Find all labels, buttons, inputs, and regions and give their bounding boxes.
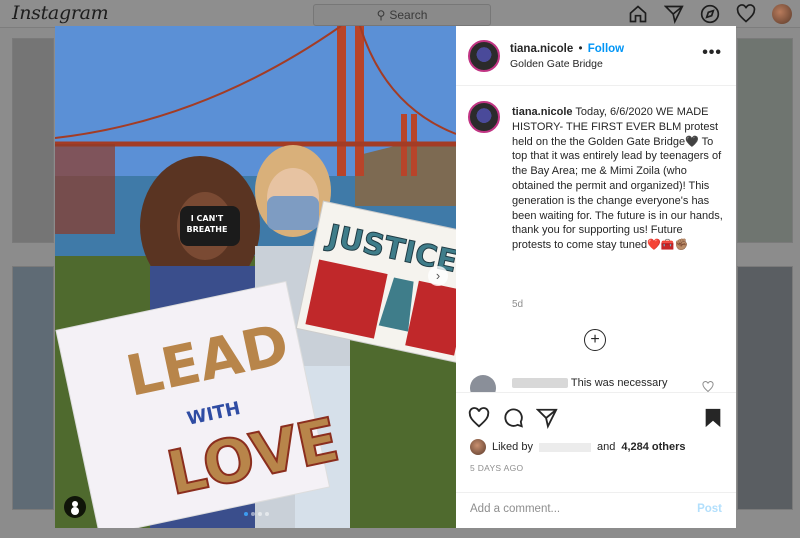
post-caption: tiana.nicole Today, 6/6/2020 WE MADE HIS… — [512, 105, 724, 253]
carousel-dot — [251, 512, 255, 516]
tagged-users-icon[interactable] — [64, 496, 86, 518]
like-heart-icon[interactable] — [468, 407, 490, 429]
add-comment-input[interactable] — [470, 503, 670, 515]
protest-photo-illustration: I CAN'T BREATHE LEAD WITH LOVE JUSTICE — [55, 26, 456, 528]
top-nav: Instagram ⚲ Search — [0, 0, 800, 28]
post-comment-button[interactable]: Post — [697, 503, 722, 515]
profile-avatar[interactable] — [772, 4, 792, 24]
grid-thumbnail[interactable] — [12, 38, 54, 243]
likes-count[interactable]: 4,284 others — [621, 441, 685, 453]
grid-thumbnail[interactable] — [12, 266, 54, 510]
liker-avatar[interactable] — [470, 439, 486, 455]
nav-icons — [628, 4, 792, 24]
share-paper-plane-icon[interactable] — [536, 407, 558, 429]
comment-bubble-icon[interactable] — [502, 407, 524, 429]
caption-author-avatar[interactable] — [468, 101, 500, 133]
next-photo-button[interactable]: › — [428, 266, 448, 286]
commenter-avatar[interactable] — [470, 375, 496, 392]
post-header-line: tiana.nicole • Follow — [510, 43, 624, 55]
grid-thumbnail[interactable] — [737, 38, 793, 243]
likes-prefix: Liked by — [492, 441, 533, 453]
direct-message-icon[interactable] — [664, 4, 684, 24]
comment-box: Post — [456, 492, 736, 528]
load-more-comments-button[interactable]: + — [584, 329, 606, 351]
post-header: tiana.nicole • Follow Golden Gate Bridge… — [456, 26, 736, 86]
separator-dot: • — [578, 43, 583, 55]
post-photo[interactable]: I CAN'T BREATHE LEAD WITH LOVE JUSTICE › — [55, 26, 456, 528]
caption-username[interactable]: tiana.nicole — [512, 106, 573, 118]
post-actions: Liked by and 4,284 others 5 DAYS AGO Pos… — [456, 392, 736, 528]
post-details-panel: tiana.nicole • Follow Golden Gate Bridge… — [456, 26, 736, 528]
post-date: 5 DAYS AGO — [470, 463, 524, 473]
redacted-username — [512, 378, 568, 389]
activity-heart-icon[interactable] — [736, 4, 756, 24]
home-icon[interactable] — [628, 4, 648, 24]
carousel-indicator — [244, 512, 269, 516]
more-options-button[interactable]: ••• — [702, 44, 722, 62]
follow-button[interactable]: Follow — [588, 43, 624, 55]
search-input[interactable]: ⚲ Search — [313, 4, 491, 26]
bookmark-icon — [705, 408, 721, 428]
like-comment-icon[interactable] — [702, 381, 714, 392]
action-icons — [468, 407, 558, 429]
explore-icon[interactable] — [700, 4, 720, 24]
redacted-liker-name — [538, 442, 591, 452]
grid-thumbnail[interactable] — [737, 266, 793, 510]
author-username[interactable]: tiana.nicole — [510, 43, 573, 55]
mask-text-line1: I CAN'T — [191, 214, 224, 223]
post-location[interactable]: Golden Gate Bridge — [510, 58, 603, 70]
carousel-dot — [265, 512, 269, 516]
instagram-logo[interactable]: Instagram — [12, 2, 109, 24]
caption-timestamp: 5d — [512, 299, 524, 310]
search-placeholder: Search — [389, 8, 428, 22]
mask-text-line2: BREATHE — [187, 225, 228, 234]
comments-section[interactable]: tiana.nicole Today, 6/6/2020 WE MADE HIS… — [456, 87, 736, 392]
save-bookmark-button[interactable] — [702, 407, 724, 434]
comment-item: This was necessary — [512, 377, 667, 389]
comment-text: This was necessary — [570, 377, 668, 389]
search-icon: ⚲ — [376, 8, 386, 22]
likes-suffix: and — [596, 441, 616, 453]
carousel-dot — [258, 512, 262, 516]
carousel-dot-active — [244, 512, 248, 516]
caption-text: Today, 6/6/2020 WE MADE HISTORY- THE FIR… — [512, 106, 723, 252]
author-avatar[interactable] — [468, 40, 500, 72]
likes-summary: Liked by and 4,284 others — [470, 439, 686, 455]
